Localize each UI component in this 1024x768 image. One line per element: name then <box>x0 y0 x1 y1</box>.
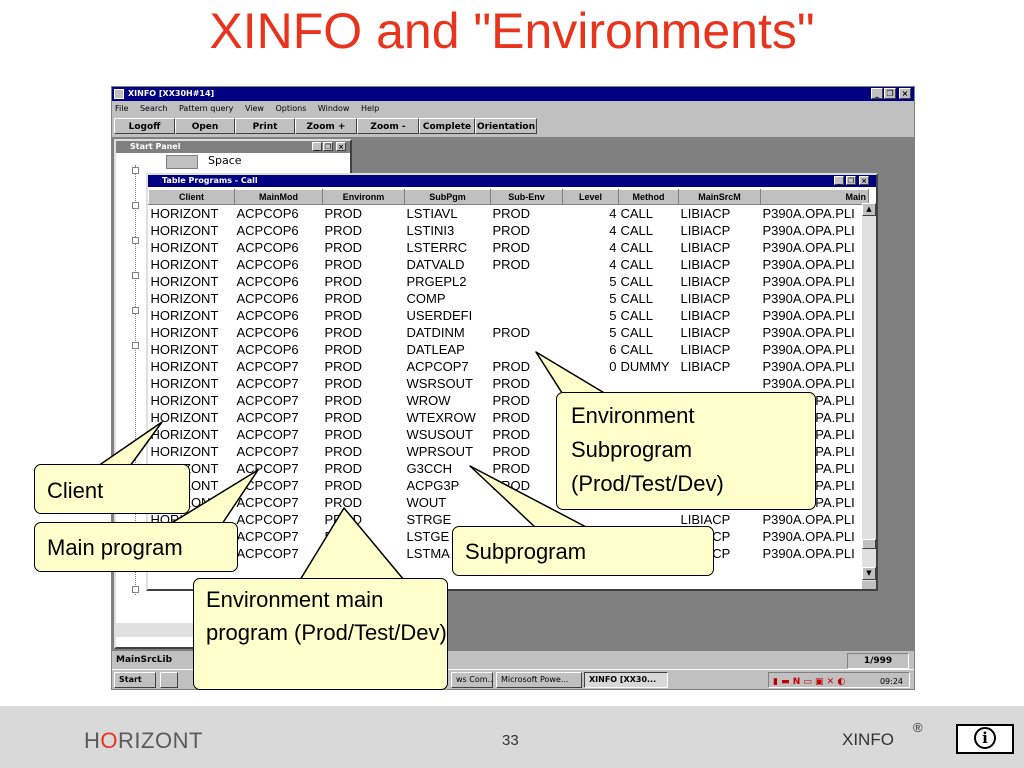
client-callout-pointer <box>97 421 163 467</box>
registered-mark: ® <box>913 720 923 735</box>
product-name: XINFO <box>842 730 894 749</box>
callout-pointers <box>97 351 607 581</box>
env-subprogram-callout-pointer <box>535 351 607 397</box>
subprogram-callout: Subprogram <box>452 526 714 576</box>
info-icon: i <box>974 727 996 749</box>
info-button[interactable]: i <box>956 724 1014 754</box>
logo-rest: RIZONT <box>118 728 203 753</box>
logo-letter-o: O <box>100 728 119 753</box>
page-number: 33 <box>502 732 519 749</box>
slide-footer: HORIZONT 33 XINFO ® i <box>0 706 1024 768</box>
horizont-logo: HORIZONT <box>84 728 203 754</box>
env-main-program-callout: Environment main program (Prod/Test/Dev) <box>193 578 448 690</box>
client-callout: Client <box>34 464 190 514</box>
logo-letter-h: H <box>84 728 101 753</box>
env-subprogram-callout: Environment Subprogram (Prod/Test/Dev) <box>556 392 816 510</box>
main-program-callout: Main program <box>34 522 238 572</box>
env-main-callout-pointer <box>299 507 405 581</box>
